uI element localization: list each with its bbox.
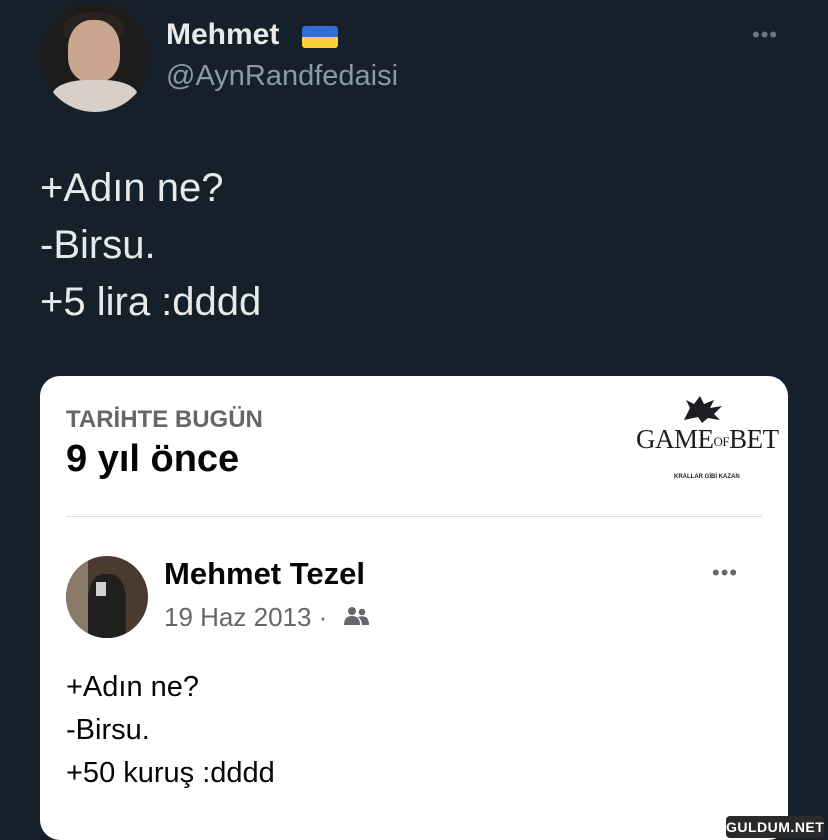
tweet-line: -Birsu. — [40, 223, 156, 267]
game-of-bet-logo: GAMEOFBET KRALLAR GİBİ KAZAN — [630, 394, 780, 480]
memory-card-image[interactable]: TARİHTE BUGÜN 9 yıl önce GAMEOFBET KRALL… — [40, 376, 788, 840]
ukraine-flag-icon — [302, 26, 338, 48]
post-line: +50 kuruş :dddd — [66, 757, 275, 789]
wolf-logo-icon — [684, 396, 722, 423]
section-label: TARİHTE BUGÜN — [66, 406, 263, 433]
post-text: +Adın ne? -Birsu. +50 kuruş :dddd — [66, 666, 275, 795]
post-author-avatar[interactable] — [66, 556, 148, 638]
logo-tagline: KRALLAR GİBİ KAZAN — [674, 474, 740, 480]
logo-brand: GAMEOFBET — [636, 424, 779, 454]
profile-avatar[interactable] — [40, 2, 150, 112]
tweet-author-handle[interactable]: @AynRandfedaisi — [166, 60, 398, 93]
tweet-author-name[interactable]: Mehmet — [166, 18, 279, 52]
tweet-text: +Adın ne? -Birsu. +5 lira :dddd — [40, 160, 261, 331]
tweet-line: +Adın ne? — [40, 166, 224, 210]
avatar-face — [68, 20, 120, 82]
post-line: -Birsu. — [66, 714, 150, 746]
avatar-shirt — [52, 80, 138, 112]
post-line: +Adın ne? — [66, 671, 200, 703]
years-ago-heading: 9 yıl önce — [66, 438, 240, 480]
friends-icon — [344, 607, 369, 625]
tweet-line: +5 lira :dddd — [40, 280, 262, 324]
more-icon[interactable]: ••• — [752, 22, 778, 48]
post-more-icon[interactable]: ••• — [712, 560, 738, 586]
divider — [66, 516, 762, 517]
post-author-name[interactable]: Mehmet Tezel — [164, 556, 365, 592]
post-date[interactable]: 19 Haz 2013 · — [164, 602, 327, 633]
site-watermark: GULDUM.NET — [726, 816, 824, 838]
